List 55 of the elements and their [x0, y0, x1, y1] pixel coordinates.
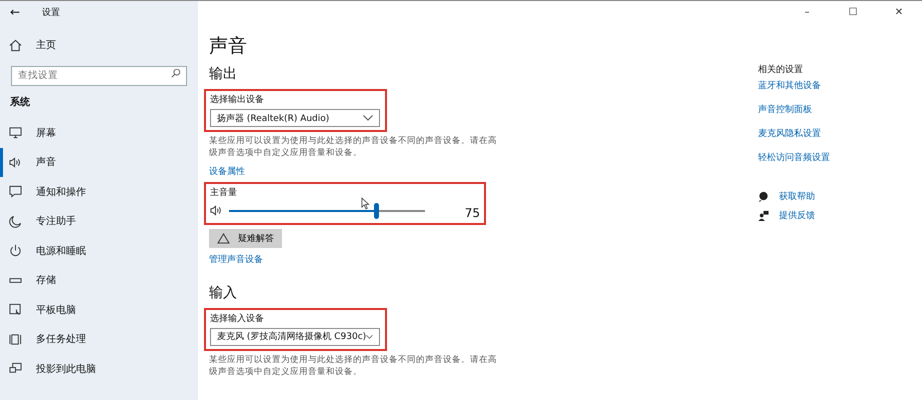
section-heading: 输入 [209, 284, 238, 303]
related-link[interactable]: 麦克风隐私设置 [758, 127, 821, 151]
section-heading: 系统 [9, 96, 31, 110]
chevron-icon [366, 334, 373, 340]
related-link[interactable]: 轻松访问音频设置 [758, 151, 830, 175]
sidebar-item[interactable]: 平板电脑 [0, 295, 198, 324]
related-link[interactable]: 声音控制面板 [758, 103, 812, 127]
message-icon [9, 185, 22, 198]
tablet-icon [9, 303, 22, 316]
multitask-icon [9, 332, 22, 346]
section-heading: 输出 [209, 65, 238, 84]
home-link[interactable]: 主页 [0, 31, 198, 59]
power-icon [9, 244, 22, 258]
sidebar-item[interactable]: 投影到此电脑 [0, 354, 198, 384]
help-link[interactable]: 获取帮助 [758, 187, 815, 206]
slider-thumb[interactable] [374, 202, 379, 219]
field-label: 选择输出设备 [210, 94, 265, 106]
volume-value: 75 [464, 206, 480, 220]
search-icon [171, 68, 181, 78]
chevron-icon [363, 115, 373, 121]
sidebar-item[interactable]: 存储 [0, 266, 198, 295]
sidebar-item[interactable]: 通知和操作 [0, 177, 198, 206]
speaker-icon [9, 156, 22, 169]
help-link[interactable]: 提供反馈 [758, 206, 815, 225]
description-text: 某些应用可以设置为使用与此处选择的声音设备不同的声音设备。请在高级声音选项中自定义应用音量和设备。 [209, 136, 498, 160]
manage-devices-link[interactable]: 管理声音设备 [209, 254, 263, 266]
window-title: 设置 [42, 6, 60, 18]
home-icon [9, 38, 22, 52]
mouse-cursor-icon [360, 196, 370, 210]
troubleshoot-button[interactable]: 疑难解答 [209, 228, 282, 248]
window-control[interactable]: – [784, 1, 830, 23]
sidebar-item[interactable]: 多任务处理 [0, 324, 198, 354]
related-link[interactable]: 蓝牙和其他设备 [758, 79, 821, 103]
page-title: 声音 [209, 34, 248, 59]
help-icon [758, 191, 769, 202]
field-label: 选择输入设备 [210, 312, 265, 325]
sidebar-item[interactable]: 屏幕 [0, 118, 198, 148]
input-device-dropdown[interactable]: 麦克风 (罗技高清网络摄像机 C930c) [210, 328, 380, 346]
projector-icon [9, 362, 22, 376]
warning-icon [217, 232, 230, 244]
device-properties-link[interactable]: 设备属性 [209, 166, 245, 178]
field-label: 主音量 [210, 186, 238, 199]
moon-icon [9, 214, 22, 228]
related-settings-heading: 相关的设置 [758, 64, 804, 77]
back-button[interactable]: ← [10, 5, 20, 19]
monitor-icon [9, 126, 22, 140]
window-control[interactable]: ✕ [876, 1, 922, 23]
window-control[interactable]: ☐ [830, 1, 876, 23]
sidebar-item[interactable]: 电源和睡眠 [0, 236, 198, 266]
feedback-icon [758, 210, 769, 221]
speaker-icon [210, 204, 223, 218]
sidebar-item[interactable]: 专注助手 [0, 206, 198, 236]
description-text: 某些应用可以设置为使用与此处选择的声音设备不同的声音设备。请在高级声音选项中自定义应用音量和设备。 [209, 354, 498, 379]
search-field[interactable]: 查找设置 [11, 66, 187, 86]
output-device-dropdown[interactable]: 扬声器 (Realtek(R) Audio) [210, 109, 380, 127]
